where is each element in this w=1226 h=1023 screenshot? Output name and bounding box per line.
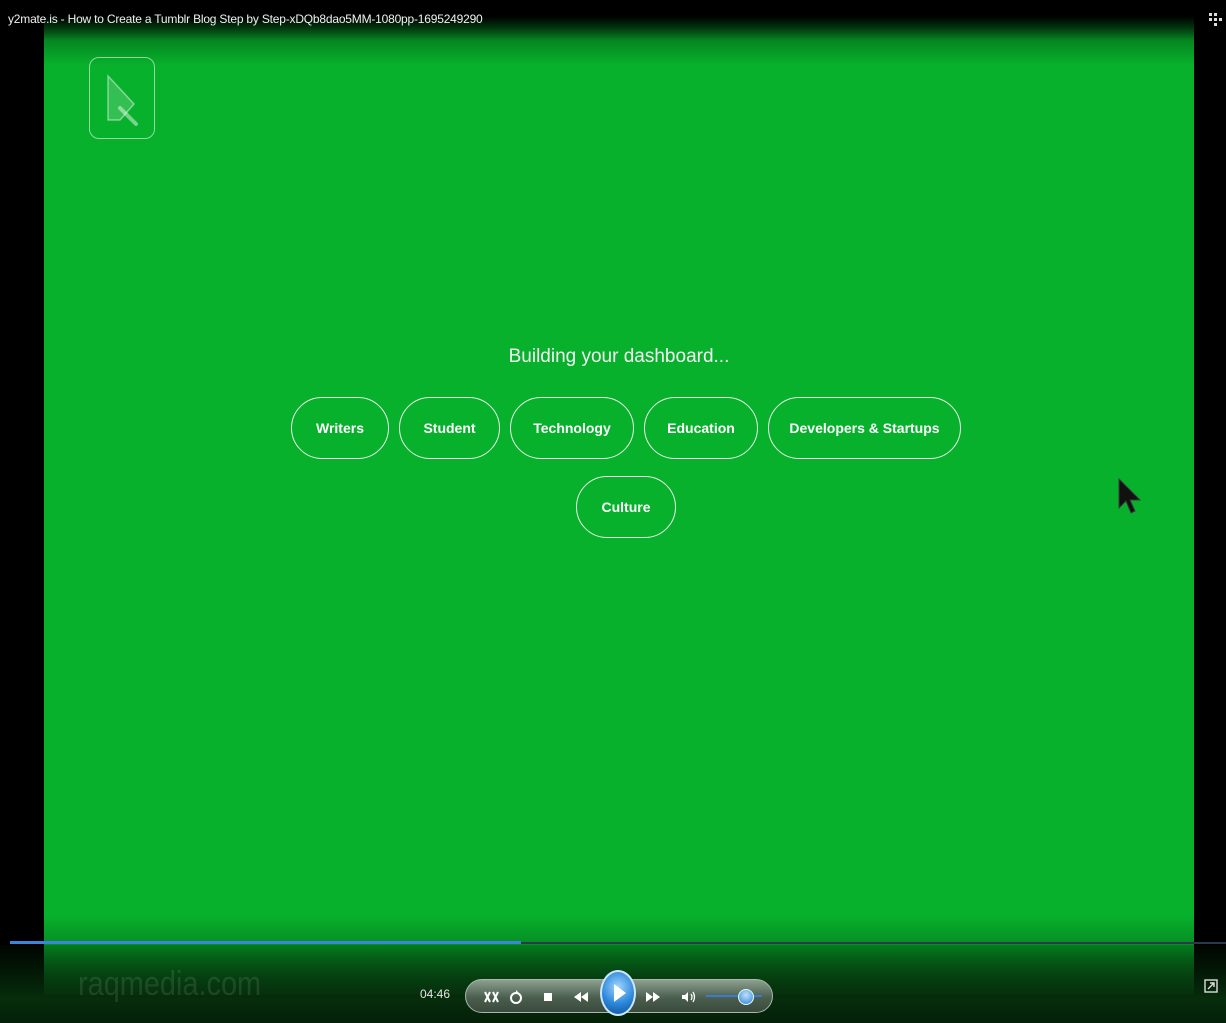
seek-progress [10, 941, 521, 944]
elapsed-time: 04:46 [420, 987, 451, 1001]
fullscreen-toggle-icon[interactable] [1208, 12, 1222, 26]
window-title: y2mate.is - How to Create a Tumblr Blog … [8, 12, 483, 26]
previous-icon[interactable] [571, 988, 591, 1006]
topic-chip-education[interactable]: Education [644, 397, 758, 459]
topic-chip-culture[interactable]: Culture [576, 476, 676, 538]
stop-icon[interactable] [538, 988, 558, 1006]
app-logo [89, 57, 155, 139]
play-logo-icon [107, 74, 138, 126]
topic-chip-technology[interactable]: Technology [510, 397, 634, 459]
topic-chip-writers[interactable]: Writers [291, 397, 389, 459]
player-controls: raqmedia.com 04:46 [0, 945, 1226, 1023]
video-frame[interactable]: Building your dashboard... Writers Stude… [44, 5, 1194, 995]
mouse-cursor-icon [1118, 477, 1142, 514]
title-bar: y2mate.is - How to Create a Tumblr Blog … [0, 0, 1226, 40]
topic-chip-student[interactable]: Student [399, 397, 500, 459]
volume-icon[interactable] [678, 988, 698, 1006]
topic-chip-developers-startups[interactable]: Developers & Startups [768, 397, 961, 459]
media-player-window: y2mate.is - How to Create a Tumblr Blog … [0, 0, 1226, 1023]
watermark: raqmedia.com [78, 965, 262, 1003]
switch-to-library-icon[interactable] [1204, 979, 1218, 993]
next-icon[interactable] [643, 988, 663, 1006]
loading-headline: Building your dashboard... [508, 346, 730, 367]
repeat-icon[interactable] [506, 988, 526, 1006]
seek-bar[interactable] [10, 941, 1226, 944]
shuffle-icon[interactable] [482, 988, 502, 1006]
play-button[interactable] [600, 970, 636, 1016]
play-icon [614, 984, 626, 1002]
